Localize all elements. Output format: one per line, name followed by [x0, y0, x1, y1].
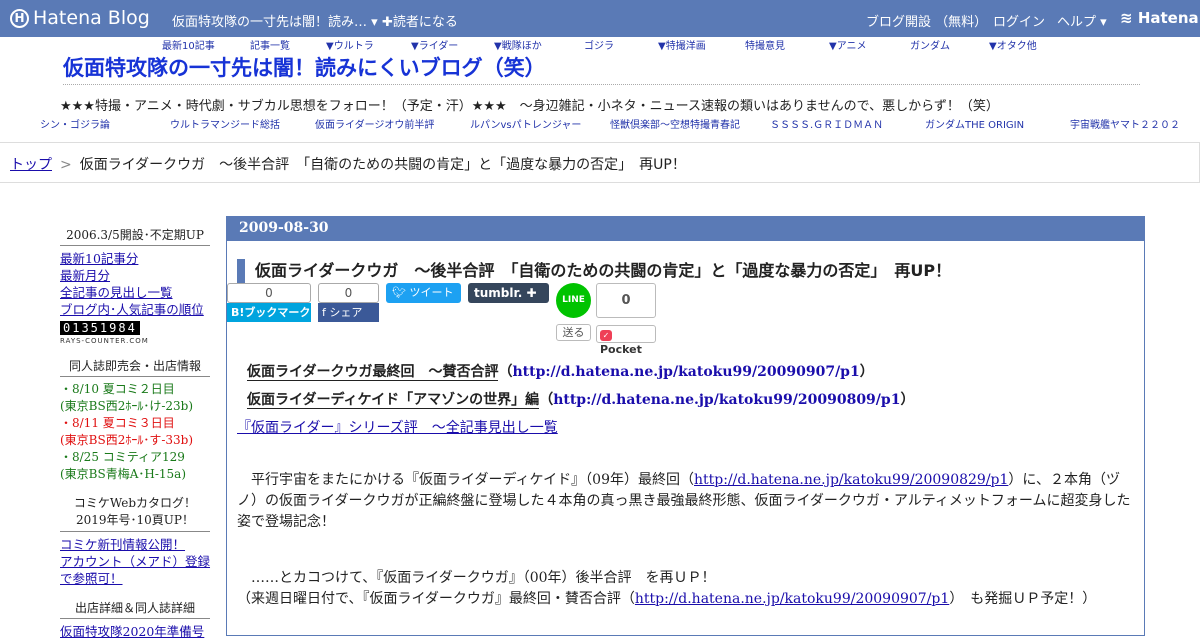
reference-link[interactable]: http://d.hatena.ne.jp/katoku99/20090907/… [512, 364, 859, 380]
blog-heading[interactable]: 仮面特攻隊の一寸先は闇！読みにくいブログ（笑） [63, 52, 546, 82]
nav-top-item[interactable]: 記事一覧 [250, 37, 290, 52]
nav-top-item[interactable]: ▼オタク他 [989, 37, 1037, 52]
facebook-icon: f [322, 306, 326, 319]
hatena-bookmark-button[interactable]: B!ブックマーク [227, 303, 311, 322]
event-item: ・8/25 コミティア129 [60, 450, 185, 464]
reference-title: 仮面ライダーディケイド「アマゾンの世界」編 [247, 392, 540, 409]
event-location: (東京BS青梅A･H-15a) [60, 467, 187, 481]
entry-body: 仮面ライダークウガ最終回 〜賛否合評（http://d.hatena.ne.jp… [237, 362, 1137, 610]
divider [63, 84, 1140, 85]
nav-bottom-item[interactable]: ルパンvsパトレンジャー [470, 116, 581, 131]
tagline: ★★★特撮・アニメ・時代劇・サブカル思想をフォロー！（予定・汗）★★★ ～身辺雑… [60, 99, 999, 114]
sidebar-link[interactable]: 全記事の見出し一覧 [60, 284, 210, 301]
inline-link[interactable]: http://d.hatena.ne.jp/katoku99/20090907/… [635, 591, 949, 607]
access-counter[interactable]: 01351984 [60, 321, 140, 335]
counter-credit: RAYS-COUNTER.COM [60, 337, 149, 345]
nav-bottom-item[interactable]: ウルトラマンジード総括 [170, 116, 280, 131]
facebook-share-button[interactable]: f シェア [318, 303, 379, 322]
breadcrumb-separator: > [60, 157, 72, 173]
line-send-button[interactable]: 送る [556, 324, 591, 341]
global-header: H Hatena Blog 仮面特攻隊の一寸先は闇！読み… ▾ ✚読者になる ブ… [0, 0, 1200, 37]
hatena-blog-logo[interactable]: H Hatena Blog [10, 7, 150, 29]
nav-top-item[interactable]: ▼戦隊ほか [494, 37, 542, 52]
breadcrumb-current: 仮面ライダークウガ 〜後半合評 「自衛のための共闘の肯定」と「過度な暴力の否定」… [79, 157, 686, 173]
pocket-icon: ✓ [600, 330, 612, 341]
series-index-link[interactable]: 『仮面ライダー』シリーズ評 〜全記事見出し一覧 [237, 420, 558, 436]
sidebar-link[interactable]: 仮面特攻隊2020年準備号 [60, 623, 210, 640]
line-button[interactable]: LINE [556, 283, 591, 318]
entry-title[interactable]: 仮面ライダークウガ 〜後半合評 「自衛のための共闘の肯定」と「過度な暴力の否定」… [237, 259, 951, 283]
sidebar: 2006.3/5開設･不定期UP 最新10記事分 最新月分 全記事の見出し一覧 … [60, 226, 210, 640]
nav-top: 最新10記事 記事一覧 ▼ウルトラ ▼ライダー ▼戦隊ほか ゴジラ ▼特撮洋画 … [0, 37, 1200, 52]
breadcrumb: トップ > 仮面ライダークウガ 〜後半合評 「自衛のための共闘の肯定」と「過度な暴力… [0, 142, 1200, 183]
facebook-share-count: 0 [318, 283, 379, 303]
reference-link[interactable]: http://d.hatena.ne.jp/katoku99/20090809/… [553, 392, 900, 408]
sidebar-heading: コミケWebカタログ！2019年号･10頁UP！ [60, 495, 210, 532]
nav-bottom-item[interactable]: 宇宙戦艦ヤマト２２０２ [1070, 116, 1180, 131]
entry-date[interactable]: 2009-08-30 [227, 217, 1144, 241]
pocket-button[interactable]: ✓ Pocket [596, 325, 656, 356]
nav-top-item[interactable]: ゴジラ [584, 37, 614, 52]
nav-top-item[interactable]: 最新10記事 [162, 37, 215, 52]
sidebar-heading: 2006.3/5開設･不定期UP [60, 226, 210, 246]
paragraph: 平行宇宙をまたにかける『仮面ライダーディケイド』（09年）最終回（http://… [237, 472, 1131, 530]
help-dropdown[interactable]: ヘルプ ▾ [1057, 11, 1107, 30]
open-blog-link[interactable]: ブログ開設 （無料） [866, 11, 987, 30]
subscribe-button[interactable]: ✚読者になる [382, 11, 458, 30]
nav-bottom-item[interactable]: 仮面ライダージオウ前半評 [315, 116, 434, 131]
share-buttons: 0 B!ブックマーク 0 f シェア 🐦︎ ツイート tumblr. ✚ LIN… [227, 283, 667, 356]
plus-icon: ✚ [382, 15, 393, 30]
nav-top-item[interactable]: ▼アニメ [829, 37, 867, 52]
event-item: ・8/11 夏コミ３日目 [60, 416, 175, 430]
tumblr-button[interactable]: tumblr. ✚ [468, 283, 549, 303]
nav-bottom-item[interactable]: ガンダムTHE ORIGIN [925, 116, 1024, 131]
sidebar-heading: 同人誌即売会・出店情報 [60, 357, 210, 377]
blog-title-dropdown[interactable]: 仮面特攻隊の一寸先は闇！読み… ▾ [172, 11, 378, 30]
sidebar-link[interactable]: アカウント（メアド）登録で参照可！ [60, 553, 210, 587]
reference-title: 仮面ライダークウガ最終回 〜賛否合評 [247, 364, 499, 381]
login-link[interactable]: ログイン [993, 11, 1045, 30]
article: 2009-08-30 仮面ライダークウガ 〜後半合評 「自衛のための共闘の肯定」… [226, 216, 1145, 636]
reference-line: 仮面ライダーディケイド「アマゾンの世界」編（http://d.hatena.ne… [247, 392, 915, 409]
nav-top-item[interactable]: ガンダム [910, 37, 950, 52]
inline-link[interactable]: http://d.hatena.ne.jp/katoku99/20090829/… [694, 472, 1008, 488]
plus-icon: ✚ [526, 286, 537, 300]
event-location: (東京BS西2ﾎｰﾙ･す-33b) [60, 433, 194, 447]
nav-bottom-item[interactable]: 怪獣倶楽部～空想特撮青春記 [610, 116, 740, 131]
hatena-logo-icon: H [10, 8, 29, 28]
nav-top-item[interactable]: ▼特撮洋画 [658, 37, 706, 52]
nav-bottom-item[interactable]: ＳＳＳＳ.ＧＲＩＤＭＡＮ [770, 116, 883, 131]
sidebar-link[interactable]: 最新10記事分 [60, 250, 210, 267]
sidebar-link[interactable]: 最新月分 [60, 267, 210, 284]
sidebar-heading: 出店詳細＆同人誌詳細 [60, 599, 210, 619]
breadcrumb-home[interactable]: トップ [10, 157, 52, 173]
nav-bottom: シン・ゴジラ論 ウルトラマンジード総括 仮面ライダージオウ前半評 ルパンvsパト… [0, 116, 1200, 131]
nav-top-item[interactable]: 特撮意見 [745, 37, 785, 52]
event-location: (東京BS西2ﾎｰﾙ･け-23b) [60, 399, 194, 413]
nav-top-item[interactable]: ▼ライダー [411, 37, 458, 52]
hatena-brand-icon: ≋ [1120, 9, 1133, 27]
nav-bottom-item[interactable]: シン・ゴジラ論 [40, 116, 110, 131]
tweet-button[interactable]: 🐦︎ ツイート [386, 283, 461, 303]
reference-line: 仮面ライダークウガ最終回 〜賛否合評（http://d.hatena.ne.jp… [247, 364, 874, 381]
hatena-brand[interactable]: ≋ Hatena [1120, 9, 1199, 27]
twitter-icon: 🐦︎ [392, 286, 406, 299]
logo-text: Hatena Blog [33, 7, 150, 29]
paragraph: ……とカコつけて、『仮面ライダークウガ』（00年）後半合評 を再ＵＰ！ （来週日… [237, 570, 1097, 607]
hatena-bookmark-count: 0 [227, 283, 311, 303]
event-item: ・8/10 夏コミ２日目 [60, 382, 175, 396]
pocket-count: 0 [596, 283, 656, 318]
nav-top-item[interactable]: ▼ウルトラ [326, 37, 374, 52]
sidebar-link[interactable]: ブログ内･人気記事の順位 [60, 301, 210, 318]
sidebar-link[interactable]: コミケ新刊情報公開！ [60, 536, 210, 553]
